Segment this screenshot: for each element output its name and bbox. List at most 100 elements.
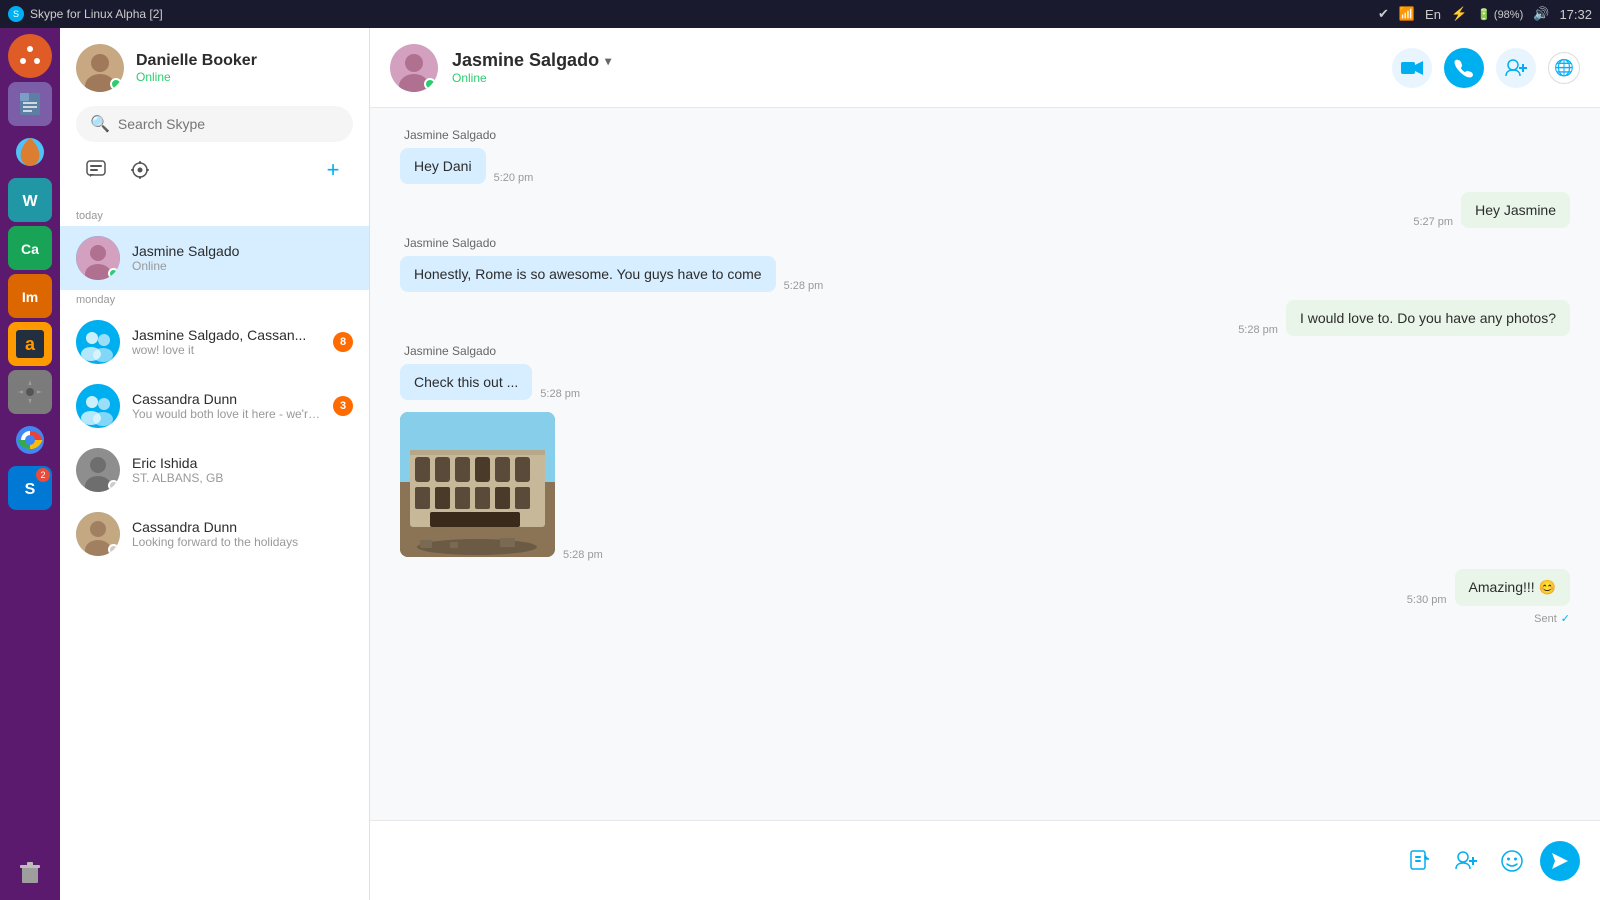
message-input[interactable] [390, 821, 1390, 900]
contact-item-cassandra-dunn-2[interactable]: Cassandra Dunn Looking forward to the ho… [60, 502, 369, 566]
search-input[interactable] [118, 116, 339, 132]
svg-text:a: a [25, 334, 36, 354]
svg-text:W: W [22, 193, 38, 210]
section-today: today [60, 206, 369, 226]
message-group-3: Jasmine Salgado Honestly, Rome is so awe… [400, 236, 1570, 292]
cassandra2-offline-dot [108, 544, 119, 555]
user-online-dot [110, 78, 122, 90]
jasmine-online-dot [108, 268, 119, 279]
volume-icon: 🔊 [1533, 6, 1549, 22]
libreoffice-writer-icon[interactable]: W [8, 178, 52, 222]
user-status: Online [136, 70, 257, 84]
message-row-mine: 5:28 pm I would love to. Do you have any… [400, 300, 1570, 336]
titlebar: S Skype for Linux Alpha [2] ✔ 📶 En ⚡ 🔋 (… [0, 0, 1600, 28]
add-person-button[interactable] [1496, 48, 1536, 88]
message-bubble: Hey Dani [400, 148, 486, 184]
globe-button[interactable]: 🌐 [1548, 52, 1580, 84]
message-row-mine: 5:27 pm Hey Jasmine [400, 192, 1570, 228]
send-file-button[interactable] [1402, 843, 1438, 879]
contact-name: Eric Ishida [132, 455, 353, 471]
chat-header-actions: 🌐 [1392, 48, 1580, 88]
message-time: 5:30 pm [1407, 594, 1447, 606]
input-actions [1402, 841, 1580, 881]
libreoffice-calc-icon[interactable]: Ca [8, 226, 52, 270]
new-conversation-button[interactable]: + [317, 154, 349, 186]
contact-name-chevron: ▾ [605, 54, 611, 68]
message-group-1: Jasmine Salgado Hey Dani 5:20 pm [400, 128, 1570, 184]
message-time: 5:28 pm [540, 388, 580, 400]
skype-tray-icon: ✔ [1378, 6, 1389, 22]
message-row-image: 5:28 pm [400, 408, 1570, 561]
contact-info-cassandra-2: Cassandra Dunn Looking forward to the ho… [132, 519, 353, 549]
message-group-4: 5:28 pm I would love to. Do you have any… [400, 300, 1570, 336]
ubuntu-icon[interactable] [8, 34, 52, 78]
contact-item-group-jasmine-cassan[interactable]: Jasmine Salgado, Cassan... wow! love it … [60, 310, 369, 374]
message-time: 5:28 pm [784, 280, 824, 292]
user-profile: Danielle Booker Online [76, 44, 353, 92]
message-group-2: 5:27 pm Hey Jasmine [400, 192, 1570, 228]
chat-contact-name[interactable]: Jasmine Salgado ▾ [452, 50, 1378, 71]
trash-icon[interactable] [8, 850, 52, 894]
contact-avatar-group1 [76, 320, 120, 364]
message-sender: Jasmine Salgado [400, 344, 1570, 358]
chrome-icon[interactable] [8, 418, 52, 462]
video-call-button[interactable] [1392, 48, 1432, 88]
emoji-button[interactable] [1494, 843, 1530, 879]
sidebar-header: Danielle Booker Online 🔍 + [60, 28, 369, 206]
message-row: Honestly, Rome is so awesome. You guys h… [400, 256, 1570, 292]
search-bar[interactable]: 🔍 [76, 106, 353, 142]
svg-text:Im: Im [22, 289, 38, 305]
message-group-6: 5:30 pm Amazing!!! 😊 Sent ✓ [400, 569, 1570, 625]
contact-preview: Looking forward to the holidays [132, 535, 353, 549]
message-bubble-mine: I would love to. Do you have any photos? [1286, 300, 1570, 336]
call-button[interactable] [1444, 48, 1484, 88]
chat-contact-online-dot [424, 78, 436, 90]
files-icon[interactable] [8, 82, 52, 126]
titlebar-left: S Skype for Linux Alpha [2] [8, 6, 163, 22]
contact-name: Jasmine Salgado, Cassan... [132, 327, 321, 343]
contact-preview: wow! love it [132, 343, 321, 357]
search-icon: 🔍 [90, 114, 110, 134]
skype-dock-icon[interactable]: S 2 [8, 466, 52, 510]
contact-item-jasmine-salgado[interactable]: Jasmine Salgado Online [60, 226, 369, 290]
message-row: Check this out ... 5:28 pm [400, 364, 1570, 400]
titlebar-right: ✔ 📶 En ⚡ 🔋 (98%) 🔊 17:32 [1378, 6, 1592, 22]
message-bubble-mine: Hey Jasmine [1461, 192, 1570, 228]
send-button[interactable] [1540, 841, 1580, 881]
message-row-mine: 5:30 pm Amazing!!! 😊 [400, 569, 1570, 606]
skype-titlebar-icon: S [8, 6, 24, 22]
contact-avatar-eric [76, 448, 120, 492]
contact-info-cassandra: Cassandra Dunn You would both love it he… [132, 391, 321, 421]
input-area [370, 820, 1600, 900]
messages-area[interactable]: Jasmine Salgado Hey Dani 5:20 pm 5:27 pm… [370, 108, 1600, 820]
message-time: 5:27 pm [1413, 216, 1453, 228]
message-time: 5:20 pm [494, 172, 534, 184]
eric-offline-dot [108, 480, 119, 491]
chats-button[interactable] [80, 154, 112, 186]
message-sender: Jasmine Salgado [400, 128, 1570, 142]
settings-toolbar-button[interactable] [124, 154, 156, 186]
bluetooth-icon: ⚡ [1451, 6, 1467, 22]
contact-item-cassandra-dunn-1[interactable]: Cassandra Dunn You would both love it he… [60, 374, 369, 438]
message-bubble: Honestly, Rome is so awesome. You guys h… [400, 256, 776, 292]
settings-icon[interactable] [8, 370, 52, 414]
add-contact-chat-button[interactable] [1448, 843, 1484, 879]
keyboard-lang: En [1425, 7, 1441, 22]
amazon-icon[interactable]: a [8, 322, 52, 366]
user-avatar[interactable] [76, 44, 124, 92]
firefox-icon[interactable] [8, 130, 52, 174]
message-row: Hey Dani 5:20 pm [400, 148, 1570, 184]
user-info: Danielle Booker Online [136, 52, 257, 84]
libreoffice-impress-icon[interactable]: Im [8, 274, 52, 318]
chat-contact-status: Online [452, 71, 1378, 85]
wifi-icon: 📶 [1399, 6, 1415, 22]
contact-info-jasmine: Jasmine Salgado Online [132, 243, 353, 273]
svg-text:Ca: Ca [21, 241, 39, 257]
contact-name: Cassandra Dunn [132, 391, 321, 407]
contact-preview: ST. ALBANS, GB [132, 471, 353, 485]
colosseum-image[interactable] [400, 412, 555, 557]
sidebar-toolbar: + [76, 154, 353, 198]
message-group-5: Jasmine Salgado Check this out ... 5:28 … [400, 344, 1570, 561]
message-sender: Jasmine Salgado [400, 236, 1570, 250]
contact-item-eric-ishida[interactable]: Eric Ishida ST. ALBANS, GB [60, 438, 369, 502]
